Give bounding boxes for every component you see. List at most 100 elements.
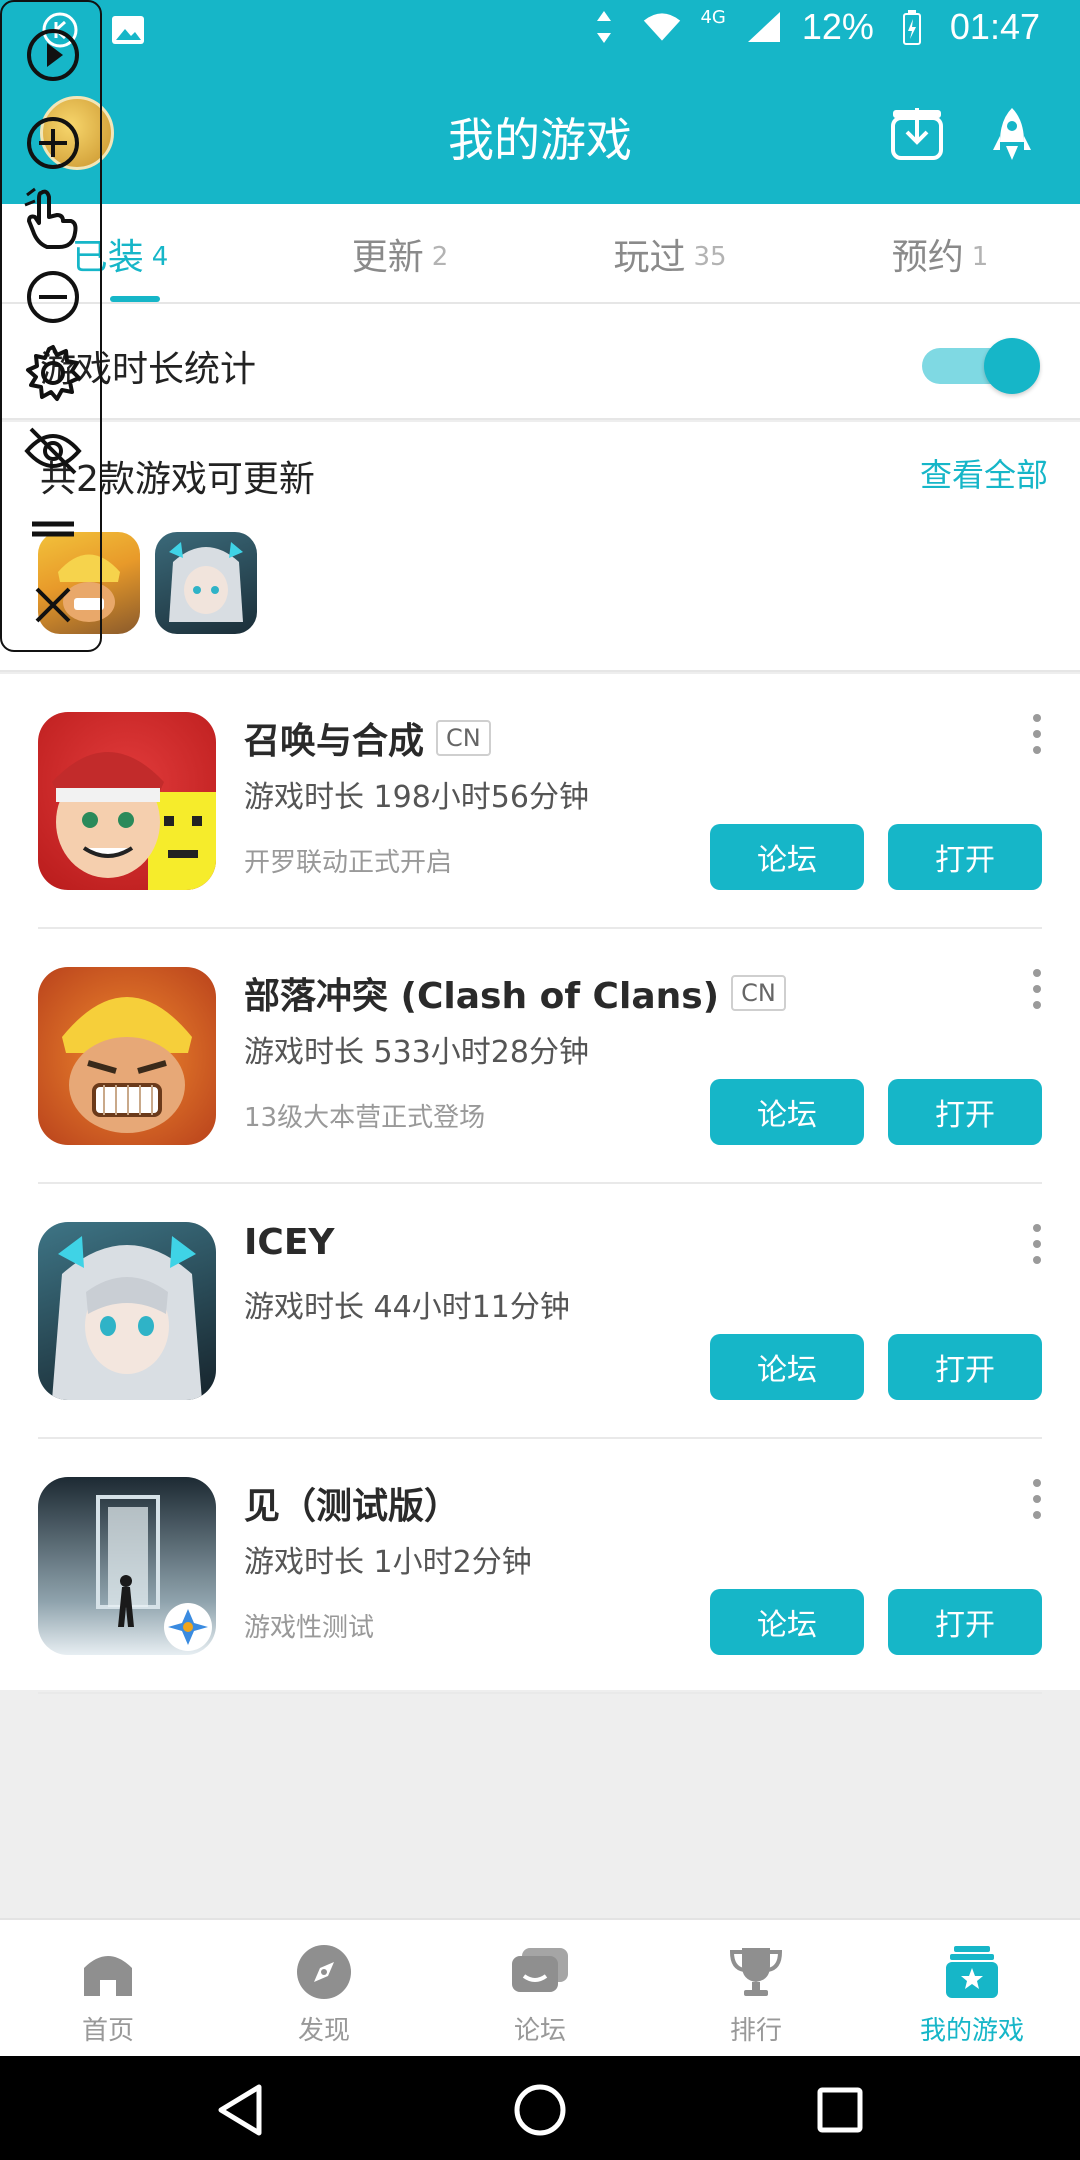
play-icon [27,29,79,81]
game-name: ICEY [244,1222,335,1263]
open-button[interactable]: 打开 [888,1334,1042,1400]
recents-square-icon [817,2087,863,2133]
tab-updates[interactable]: 更新 2 [320,204,480,304]
game-icon-clash-of-clans [38,967,216,1145]
list-item[interactable]: 部落冲突 (Clash of Clans) CN 游戏时长 533小时28分钟 … [0,929,1080,1184]
forum-button[interactable]: 论坛 [710,824,864,890]
nav-ranking[interactable]: 排行 [648,1920,864,2058]
forum-button[interactable]: 论坛 [710,1334,864,1400]
home-button[interactable] [512,2082,568,2138]
hide-button[interactable] [22,420,84,482]
settings-button[interactable] [22,342,84,404]
tab-bar: 已装 4 更新 2 玩过 35 预约 1 [0,204,1080,304]
game-name: 召唤与合成 [244,721,425,762]
floating-toolbar [0,0,102,652]
clock: 01:47 [949,6,1040,47]
playtime-stats-toggle[interactable] [922,338,1042,394]
nav-home[interactable]: 首页 [0,1920,216,2058]
game-title: 见（测试版） [244,1477,460,1529]
more-options-icon[interactable] [1030,1224,1044,1264]
nav-label: 我的游戏 [919,2016,1024,2046]
tab-label: 预约 [891,237,964,278]
list-item[interactable]: ICEY 游戏时长 44小时11分钟 论坛 打开 [0,1184,1080,1439]
wifi-icon [642,7,682,47]
game-note: 开罗联动正式开启 [244,848,453,878]
recents-button[interactable] [812,2082,868,2138]
close-button[interactable] [22,574,84,636]
tab-played[interactable]: 玩过 35 [590,204,750,304]
game-title: ICEY [244,1222,334,1263]
game-name: 部落冲突 (Clash of Clans) [244,976,720,1017]
battery-percent: 12% [801,6,874,47]
back-button[interactable] [212,2082,268,2138]
hand-pointer-icon [24,187,78,249]
tab-count: 2 [431,242,449,272]
tab-label: 玩过 [613,237,686,278]
forum-button[interactable]: 论坛 [710,1079,864,1145]
rocket-button[interactable] [977,100,1047,170]
tap-button[interactable] [22,187,84,250]
nav-label: 排行 [729,2016,782,2046]
network-type: 4G [700,6,726,28]
nav-label: 发现 [297,2016,350,2046]
region-badge: CN [731,975,786,1011]
nav-forum[interactable]: 论坛 [432,1920,648,2058]
play-button[interactable] [22,24,84,86]
open-button[interactable]: 打开 [888,1589,1042,1655]
top-bar: 4G 12% 01:47 我的游戏 [0,0,1080,204]
nav-label: 首页 [81,2016,134,2046]
playtime-stats-row: 游戏时长统计 [0,304,1080,420]
game-icon-summon-merge [38,712,216,890]
signal-icon [744,7,784,47]
game-list: 召唤与合成 CN 游戏时长 198小时56分钟 开罗联动正式开启 论坛 打开 部… [0,674,1080,1694]
nav-discover[interactable]: 发现 [216,1920,432,2058]
open-button[interactable]: 打开 [888,1079,1042,1145]
tab-reserved[interactable]: 预约 1 [860,204,1020,304]
my-games-icon [942,1942,1002,2002]
gear-icon [26,345,81,401]
compass-icon [294,1942,354,2002]
zoom-in-button[interactable] [22,112,84,174]
nav-my-games[interactable]: 我的游戏 [864,1920,1080,2058]
list-item[interactable]: 召唤与合成 CN 游戏时长 198小时56分钟 开罗联动正式开启 论坛 打开 [0,674,1080,929]
update-thumb-icey[interactable] [155,532,257,634]
close-icon [35,587,71,623]
tab-count: 1 [971,242,989,272]
system-navigation-bar [0,2056,1080,2160]
game-title: 召唤与合成 CN [244,712,491,764]
eye-off-icon [24,427,82,475]
bottom-navigation: 首页 发现 论坛 排行 我的游戏 [0,1918,1080,2056]
toggle-knob [984,338,1040,394]
region-badge: CN [436,720,491,756]
download-icon [891,108,943,160]
home-icon [78,1942,138,2002]
view-all-link[interactable]: 查看全部 [920,450,1048,496]
game-title: 部落冲突 (Clash of Clans) CN [244,967,786,1019]
open-button[interactable]: 打开 [888,824,1042,890]
image-notification-icon [108,10,148,50]
active-tab-indicator [110,296,160,302]
more-options-icon[interactable] [1030,969,1044,1009]
rocket-icon [993,108,1031,160]
download-button[interactable] [882,100,952,170]
list-item[interactable]: 见（测试版） 游戏时长 1小时2分钟 游戏性测试 论坛 打开 [0,1439,1080,1694]
minus-circle-icon [27,271,79,323]
playtime: 游戏时长 44小时11分钟 [244,1290,570,1325]
tab-count: 35 [693,242,727,272]
game-icon-jian-beta [38,1477,216,1655]
more-options-icon[interactable] [1030,714,1044,754]
menu-button[interactable] [22,502,84,564]
trophy-icon [726,1942,786,2002]
updates-section: 共2款游戏可更新 查看全部 [0,422,1080,672]
tab-label: 更新 [351,237,424,278]
playtime: 游戏时长 1小时2分钟 [244,1545,532,1580]
forum-button[interactable]: 论坛 [710,1589,864,1655]
playtime: 游戏时长 533小时28分钟 [244,1035,589,1070]
game-name: 见（测试版） [244,1486,461,1527]
chat-icon [510,1942,570,2002]
playtime: 游戏时长 198小时56分钟 [244,780,589,815]
zoom-out-button[interactable] [22,266,84,328]
home-circle-icon [514,2084,566,2136]
more-options-icon[interactable] [1030,1479,1044,1519]
tab-count: 4 [151,242,169,272]
